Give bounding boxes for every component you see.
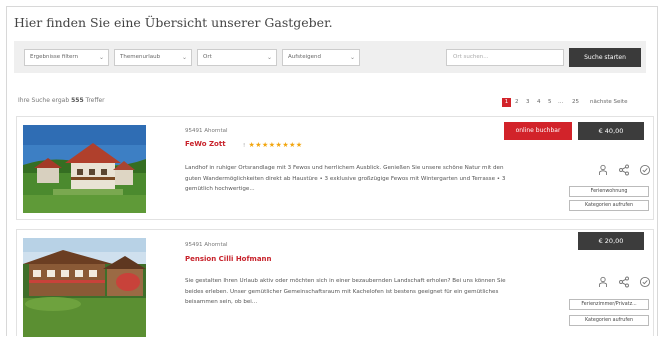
chevron-down-icon: ⌄ xyxy=(181,54,187,61)
page-link[interactable]: 4 xyxy=(537,98,541,107)
share-icon[interactable] xyxy=(618,164,630,176)
listing-actions xyxy=(597,276,655,288)
filter-select[interactable]: Ergebnisse filtern ⌄ xyxy=(24,49,109,66)
listing-actions xyxy=(597,164,655,176)
show-categories-button[interactable]: Kategorien aufrufen xyxy=(569,315,649,326)
filter-bar: Ergebnisse filtern ⌄ Themenurlaub ⌄ Ort … xyxy=(14,41,646,73)
page-link[interactable]: 25 xyxy=(572,98,579,107)
listing-description: Landhof in ruhiger Ortsrandlage mit 3 Fe… xyxy=(185,165,506,192)
listing-location: 95491 Ahorntal xyxy=(185,128,228,134)
location-select-label: Ort xyxy=(203,54,212,60)
star-icons: ★★★★★★★★ xyxy=(248,141,303,149)
page-link-active[interactable]: 1 xyxy=(502,98,511,107)
search-button[interactable]: Suche starten xyxy=(569,48,641,67)
show-categories-button[interactable]: Kategorien aufrufen xyxy=(569,200,649,211)
check-circle-icon[interactable] xyxy=(639,164,651,176)
results-prefix: Ihre Suche ergab xyxy=(18,97,70,104)
price-button[interactable]: € 40,00 xyxy=(578,122,644,140)
chevron-down-icon: ⌄ xyxy=(349,54,355,61)
category-button[interactable]: Ferienwohnung xyxy=(569,186,649,197)
listing-photo[interactable] xyxy=(23,125,146,213)
category-button[interactable]: Ferienzimmer/Privatz... xyxy=(569,299,649,310)
listing-name[interactable]: FeWo Zott xyxy=(185,140,226,148)
share-icon[interactable] xyxy=(618,276,630,288)
results-count: Ihre Suche ergab 555 Treffer xyxy=(18,97,105,104)
page-link[interactable]: 5 xyxy=(548,98,552,107)
price-button[interactable]: € 20,00 xyxy=(578,232,644,250)
search-input[interactable]: Ort suchen... xyxy=(446,49,564,66)
theme-select-label: Themenurlaub xyxy=(120,54,161,60)
rating-prefix: ! xyxy=(243,143,246,149)
sort-select[interactable]: Aufsteigend ⌄ xyxy=(282,49,360,66)
listing-location: 95491 Ahorntal xyxy=(185,242,228,248)
page-link[interactable]: 3 xyxy=(526,98,530,107)
person-icon[interactable] xyxy=(597,276,609,288)
sort-select-label: Aufsteigend xyxy=(288,54,321,60)
star-rating: ! ★★★★★★★★ xyxy=(243,141,303,149)
page-title: Hier finden Sie eine Übersicht unserer G… xyxy=(14,15,333,30)
listing-name[interactable]: Pension Cilli Hofmann xyxy=(185,255,272,263)
listing-card: 95491 Ahorntal FeWo Zott ! ★★★★★★★★ Land… xyxy=(16,116,654,220)
online-booking-button[interactable]: online buchbar xyxy=(504,122,572,140)
next-page-link[interactable]: nächste Seite xyxy=(590,98,627,107)
filter-select-label: Ergebnisse filtern xyxy=(30,54,79,60)
listing-photo[interactable] xyxy=(23,238,146,337)
chevron-down-icon: ⌄ xyxy=(98,54,104,61)
person-icon[interactable] xyxy=(597,164,609,176)
page-link[interactable]: 2 xyxy=(515,98,519,107)
listing-description: Sie gestalten Ihren Urlaub aktiv oder mö… xyxy=(185,278,506,305)
check-circle-icon[interactable] xyxy=(639,276,651,288)
results-suffix: Treffer xyxy=(85,97,105,104)
listing-card: 95491 Ahorntal Pension Cilli Hofmann Sie… xyxy=(16,229,655,337)
results-number: 555 xyxy=(71,97,84,104)
theme-select[interactable]: Themenurlaub ⌄ xyxy=(114,49,192,66)
page-ellipsis: ... xyxy=(558,99,564,105)
chevron-down-icon: ⌄ xyxy=(266,54,272,61)
location-select[interactable]: Ort ⌄ xyxy=(197,49,277,66)
